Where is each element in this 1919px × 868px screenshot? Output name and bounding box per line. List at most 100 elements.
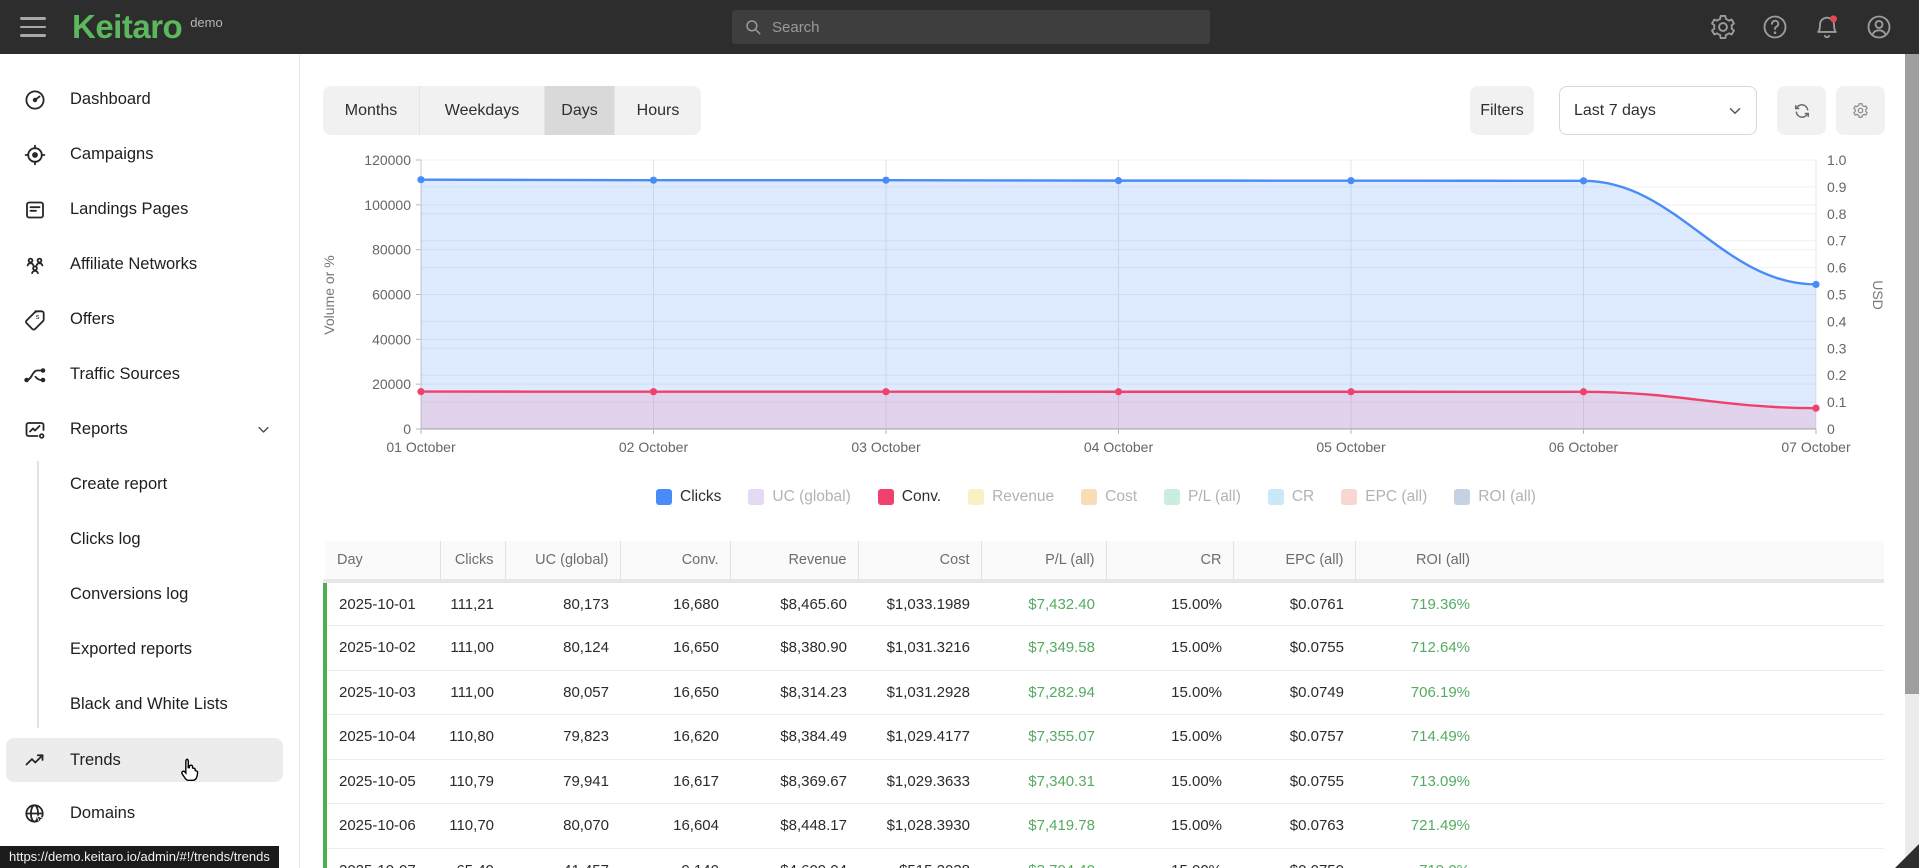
column-header-cr[interactable]: CR — [1106, 541, 1234, 583]
column-header-p-l-all[interactable]: P/L (all) — [981, 541, 1107, 583]
table-cell-conv: 16,604 — [620, 803, 730, 849]
column-header-day[interactable]: Day — [325, 541, 441, 583]
table-cell-cr: 15.00% — [1106, 803, 1233, 849]
svg-text:0.1: 0.1 — [1827, 394, 1847, 410]
sidebar-item-affiliate-networks[interactable]: Affiliate Networks — [0, 237, 299, 292]
legend-item-roi-all[interactable]: ROI (all) — [1454, 488, 1536, 506]
sidebar-item-create-report[interactable]: Create report — [0, 457, 299, 512]
svg-text:0.3: 0.3 — [1827, 340, 1847, 356]
table-row: 2025-10-0765,4941,4579,140$4,609.04$515.… — [323, 848, 1884, 868]
column-header-cost[interactable]: Cost — [858, 541, 982, 583]
legend-swatch — [968, 489, 985, 505]
table-cell-revenue: $4,609.04 — [730, 848, 858, 868]
table-cell-cost: $1,031.3216 — [858, 625, 981, 671]
sidebar-item-label: Dashboard — [70, 90, 151, 108]
legend-item-clicks[interactable]: Clicks — [656, 488, 721, 506]
tab-days[interactable]: Days — [544, 86, 614, 135]
table-cell-day: 2025-10-07 — [323, 848, 440, 868]
tab-months[interactable]: Months — [323, 86, 419, 135]
table-cell-day: 2025-10-02 — [323, 625, 440, 671]
environment-badge: demo — [190, 14, 223, 30]
sidebar-item-landings-pages[interactable]: Landings Pages — [0, 182, 299, 237]
sidebar-item-black-and-white-lists[interactable]: Black and White Lists — [0, 677, 299, 732]
brand-logo[interactable]: Keitaro — [72, 8, 183, 46]
scrollbar-thumb[interactable] — [1905, 54, 1919, 694]
legend-label: EPC (all) — [1365, 488, 1428, 505]
table-row: 2025-10-02 111,00 80,124 16,650 $8,380.90 $1,… — [323, 625, 1884, 671]
vertical-scrollbar[interactable] — [1905, 54, 1919, 868]
refresh-button[interactable] — [1777, 86, 1826, 135]
svg-text:60000: 60000 — [372, 287, 411, 303]
svg-text:0: 0 — [403, 421, 411, 437]
table-row: 2025-10-03 111,00 80,057 16,650 $8,314.23 $1,… — [323, 670, 1884, 715]
legend-item-cost[interactable]: Cost — [1081, 488, 1137, 506]
table-cell-filler — [1481, 759, 1884, 804]
svg-text:05 October: 05 October — [1316, 439, 1386, 455]
sidebar-item-domains[interactable]: Domains — [0, 786, 299, 841]
legend-label: Cost — [1105, 488, 1138, 505]
table-cell-p-l-all: $7,419.78 — [981, 803, 1106, 849]
affiliate-icon — [23, 253, 47, 277]
table-cell-filler — [1481, 625, 1884, 671]
sidebar-item-campaigns[interactable]: Campaigns — [0, 127, 299, 182]
sidebar-item-exported-reports[interactable]: Exported reports — [0, 622, 299, 677]
column-header-uc-global[interactable]: UC (global) — [505, 541, 621, 583]
table-cell-roi-all: 706.19% — [1355, 670, 1481, 715]
domains-icon — [23, 802, 47, 826]
date-range-select[interactable]: Last 7 days — [1559, 86, 1757, 135]
column-header-conv[interactable]: Conv. — [620, 541, 731, 583]
table-cell-cr: 15.00% — [1106, 581, 1233, 626]
table-cell-clicks: 111,21 — [440, 581, 505, 626]
legend-item-epc-all[interactable]: EPC (all) — [1341, 488, 1427, 506]
sidebar-item-conversions-log[interactable]: Conversions log — [0, 567, 299, 622]
table-cell-revenue: $8,314.23 — [730, 670, 858, 715]
tab-hours[interactable]: Hours — [614, 86, 701, 135]
svg-text:Volume or %: Volume or % — [321, 255, 337, 334]
topbar: Keitaro demo — [0, 0, 1919, 54]
sidebar-item-offers[interactable]: s Offers — [0, 292, 299, 347]
legend-item-p-l-all[interactable]: P/L (all) — [1164, 488, 1241, 506]
legend-label: Conv. — [901, 488, 942, 505]
sidebar-item-label: Exported reports — [70, 640, 192, 658]
sidebar-item-trends[interactable]: Trends — [6, 738, 283, 782]
table-cell-day: 2025-10-01 — [323, 581, 440, 626]
sidebar-item-traffic-sources[interactable]: Traffic Sources — [0, 347, 299, 402]
sidebar-item-label: Campaigns — [70, 145, 154, 163]
trends-icon — [23, 748, 47, 772]
table-cell-filler — [1481, 670, 1884, 715]
account-icon[interactable] — [1865, 13, 1893, 41]
search-input[interactable] — [772, 18, 1172, 36]
legend-label: UC (global) — [772, 488, 851, 505]
tab-weekdays[interactable]: Weekdays — [419, 86, 544, 135]
search-bar[interactable] — [732, 10, 1210, 44]
settings-icon[interactable] — [1709, 13, 1737, 41]
sidebar-item-reports[interactable]: Reports — [0, 402, 299, 457]
column-header-roi-all[interactable]: ROI (all) — [1355, 541, 1481, 583]
help-icon[interactable] — [1761, 13, 1789, 41]
filters-button[interactable]: Filters — [1470, 86, 1534, 135]
chart-settings-button[interactable] — [1836, 86, 1885, 135]
sidebar-item-label: Traffic Sources — [70, 365, 181, 383]
legend-item-uc-global[interactable]: UC (global) — [748, 488, 851, 506]
column-header-revenue[interactable]: Revenue — [730, 541, 859, 583]
table-row: 2025-10-06 110,70 80,070 16,604 $8,448.17 $1,… — [323, 803, 1884, 849]
legend-label: CR — [1291, 488, 1315, 505]
legend-item-revenue[interactable]: Revenue — [968, 488, 1054, 506]
svg-text:1.0: 1.0 — [1827, 152, 1847, 168]
table-cell-filler — [1481, 581, 1884, 626]
table-cell-p-l-all: $7,349.58 — [981, 625, 1106, 671]
notifications-icon[interactable] — [1813, 13, 1841, 41]
sidebar-item-dashboard[interactable]: Dashboard — [0, 72, 299, 127]
svg-text:100000: 100000 — [364, 197, 411, 213]
table-cell-roi-all: 714.49% — [1355, 714, 1481, 760]
column-header-clicks[interactable]: Clicks — [440, 541, 506, 583]
table-row: 2025-10-01 111,21 80,173 16,680 $8,465.60 $1,… — [323, 581, 1884, 626]
sidebar-item-clicks-log[interactable]: Clicks log — [0, 512, 299, 567]
legend-swatch — [1164, 489, 1181, 505]
legend-item-cr[interactable]: CR — [1267, 488, 1315, 506]
legend-item-conv[interactable]: Conv. — [877, 488, 942, 506]
column-header-epc-all[interactable]: EPC (all) — [1233, 541, 1356, 583]
svg-text:20000: 20000 — [372, 376, 411, 392]
table-cell-revenue: $8,384.49 — [730, 714, 858, 760]
menu-toggle-icon[interactable] — [20, 17, 46, 37]
